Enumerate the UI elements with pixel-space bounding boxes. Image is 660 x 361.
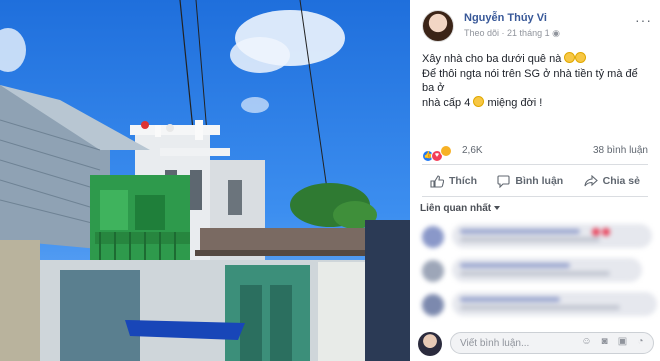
comment-sort-label: Liên quan nhất <box>420 203 492 214</box>
comment-avatar <box>422 294 444 316</box>
comment-bubble <box>452 292 657 316</box>
globe-icon: ◉ <box>552 28 560 38</box>
post-photo[interactable] <box>0 0 410 361</box>
post-text: Xây nhà cho ba dưới quê nà Để thôi ngta … <box>422 52 650 110</box>
comment-item <box>422 256 654 286</box>
author-name[interactable]: Nguyễn Thúy Vi <box>464 12 547 24</box>
post-header: Nguyễn Thúy Vi Theo dõi · 21 tháng 1 ◉ ·… <box>422 10 652 46</box>
comment-text-blurred <box>460 263 570 268</box>
comment-icon <box>497 174 510 188</box>
post-date[interactable]: 21 tháng 1 <box>507 28 550 38</box>
comment-bubble <box>452 224 652 248</box>
sticker-icon[interactable]: ◔ <box>635 336 646 347</box>
comment-sort-dropdown[interactable]: Liên quan nhất <box>420 203 501 214</box>
photo-viewer: Nguyễn Thúy Vi Theo dõi · 21 tháng 1 ◉ ·… <box>0 0 660 361</box>
comment-text-blurred <box>460 229 580 234</box>
divider <box>422 196 648 197</box>
comment-text-blurred <box>460 305 620 310</box>
share-button[interactable]: Chia sẻ <box>576 168 648 194</box>
comment-label: Bình luận <box>515 175 564 187</box>
post-text-line-1: Xây nhà cho ba dưới quê nà <box>422 52 650 67</box>
share-label: Chia sẻ <box>602 175 640 187</box>
reaction-icons[interactable]: 👍 ♥ <box>422 145 452 162</box>
action-bar: Thích Bình luận Chia sẻ <box>422 168 648 194</box>
comment-text-blurred <box>460 237 600 242</box>
post-text-segment-4: miệng đời ! <box>487 96 543 109</box>
comment-text-blurred <box>460 271 610 276</box>
author-avatar[interactable] <box>422 10 454 42</box>
post-text-segment-1: Xây nhà cho ba dưới quê nà <box>422 53 562 65</box>
comment-list <box>422 222 657 322</box>
more-options-button[interactable]: ··· <box>635 12 652 28</box>
reaction-dot <box>592 228 600 236</box>
haha-reaction-icon <box>440 145 452 157</box>
smirk-emoji-icon <box>564 52 576 63</box>
comment-avatar <box>422 260 444 282</box>
comment-composer: Viết bình luận... ☺ ◙ ▣ ◔ <box>418 330 654 356</box>
smirk-emoji-icon <box>575 52 587 63</box>
post-stats: 👍 ♥ 2,6K 38 bình luận <box>422 144 648 162</box>
post-panel: Nguyễn Thúy Vi Theo dõi · 21 tháng 1 ◉ ·… <box>410 0 660 361</box>
reaction-count[interactable]: 2,6K <box>462 145 483 156</box>
viewer-avatar <box>418 332 442 356</box>
post-text-line-2: Để thôi ngta nói trên SG ở nhà tiền tỷ m… <box>422 67 638 95</box>
divider <box>422 164 648 165</box>
like-button[interactable]: Thích <box>422 168 485 194</box>
comment-avatar <box>422 226 444 248</box>
upside-down-emoji-icon <box>473 95 485 107</box>
like-label: Thích <box>449 175 477 187</box>
composer-icons: ☺ ◙ ▣ ◔ <box>581 336 646 347</box>
share-icon <box>584 175 598 187</box>
post-text-segment-3: nhà cấp 4 <box>422 96 471 109</box>
comment-count[interactable]: 38 bình luận <box>593 145 648 156</box>
post-meta: Theo dõi · 21 tháng 1 ◉ <box>464 28 560 39</box>
comment-item <box>422 290 657 320</box>
reaction-dot <box>602 228 610 236</box>
comment-button[interactable]: Bình luận <box>489 168 571 194</box>
gif-icon[interactable]: ▣ <box>617 336 628 347</box>
follow-link[interactable]: Theo dõi <box>464 28 499 38</box>
post-text-line-3: nhà cấp 4 miệng đời ! <box>422 95 650 111</box>
emoji-icon[interactable]: ☺ <box>581 336 592 347</box>
photo-illustration <box>0 0 410 361</box>
thumbs-up-icon <box>430 174 444 188</box>
camera-icon[interactable]: ◙ <box>599 336 610 347</box>
comment-item <box>422 222 654 252</box>
comment-bubble <box>452 258 642 282</box>
caret-down-icon <box>494 206 501 210</box>
comment-text-blurred <box>460 297 560 302</box>
